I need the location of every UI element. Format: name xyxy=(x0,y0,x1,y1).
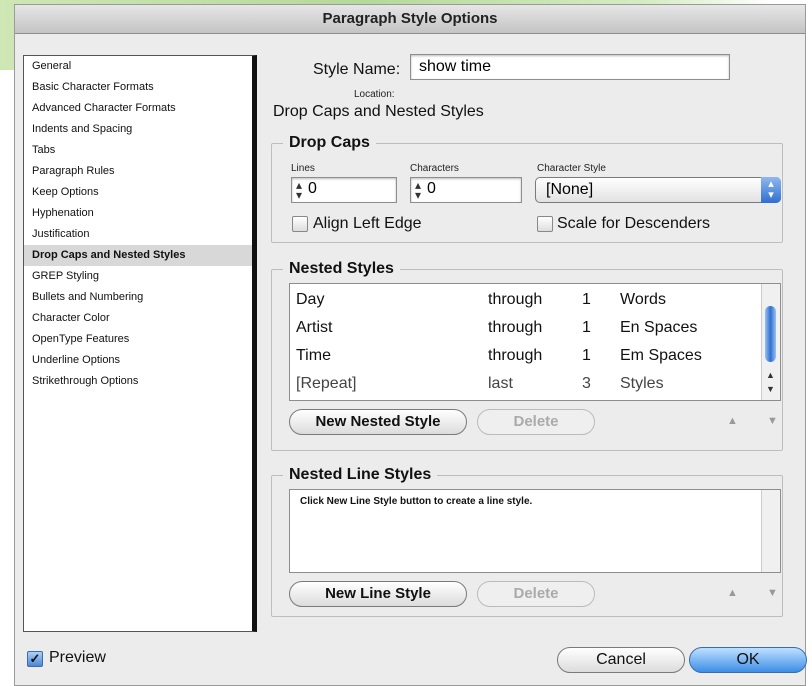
nested-styles-scrollbar[interactable]: ▲ ▼ xyxy=(761,284,780,400)
sidebar-item-advanced-character-formats[interactable]: Advanced Character Formats xyxy=(24,98,252,119)
sidebar-item-paragraph-rules[interactable]: Paragraph Rules xyxy=(24,161,252,182)
lines-value: 0 xyxy=(308,180,317,197)
row-style[interactable]: Day xyxy=(296,291,324,309)
ok-button[interactable]: OK xyxy=(689,647,807,673)
row-unit[interactable]: Styles xyxy=(620,375,664,393)
paragraph-style-options-dialog: Paragraph Style Options General Basic Ch… xyxy=(14,4,807,686)
category-sidebar: General Basic Character Formats Advanced… xyxy=(23,55,257,632)
row-mode[interactable]: last xyxy=(488,375,513,393)
drop-caps-legend: Drop Caps xyxy=(283,134,376,152)
scroll-down-icon[interactable]: ▼ xyxy=(766,384,775,394)
sidebar-item-hyphenation[interactable]: Hyphenation xyxy=(24,203,252,224)
sidebar-item-drop-caps-nested-styles[interactable]: Drop Caps and Nested Styles xyxy=(24,245,252,266)
sidebar-item-justification[interactable]: Justification xyxy=(24,224,252,245)
sidebar-item-tabs[interactable]: Tabs xyxy=(24,140,252,161)
scale-descenders-checkbox[interactable] xyxy=(537,216,553,232)
line-style-hint: Click New Line Style button to create a … xyxy=(300,496,533,507)
move-down-icon[interactable]: ▼ xyxy=(767,415,778,427)
sidebar-item-grep-styling[interactable]: GREP Styling xyxy=(24,266,252,287)
lines-stepper[interactable]: ▴ ▾ 0 xyxy=(291,177,397,203)
sidebar-item-strikethrough-options[interactable]: Strikethrough Options xyxy=(24,371,252,392)
row-mode[interactable]: through xyxy=(488,291,542,309)
nested-style-row[interactable]: Artist through 1 En Spaces xyxy=(290,314,762,342)
row-count[interactable]: 1 xyxy=(582,347,591,365)
row-count[interactable]: 1 xyxy=(582,319,591,337)
character-style-select[interactable]: [None] ▴ ▾ xyxy=(535,177,781,203)
characters-stepper[interactable]: ▴ ▾ 0 xyxy=(410,177,522,203)
sidebar-item-character-color[interactable]: Character Color xyxy=(24,308,252,329)
style-name-label: Style Name: xyxy=(313,61,401,78)
nested-line-styles-legend: Nested Line Styles xyxy=(283,466,438,484)
nested-styles-list[interactable]: Day through 1 Words Artist through 1 En … xyxy=(289,283,781,401)
character-style-value: [None] xyxy=(546,181,594,198)
row-style[interactable]: [Repeat] xyxy=(296,375,356,393)
scroll-thumb[interactable] xyxy=(765,306,776,362)
dialog-title: Paragraph Style Options xyxy=(15,5,805,34)
stepper-arrows-icon[interactable]: ▴ ▾ xyxy=(296,179,302,201)
align-left-edge-label: Align Left Edge xyxy=(313,215,422,232)
cancel-button[interactable]: Cancel xyxy=(557,647,685,673)
row-unit[interactable]: Words xyxy=(620,291,666,309)
nested-style-row[interactable]: Day through 1 Words xyxy=(290,286,762,314)
sidebar-item-basic-character-formats[interactable]: Basic Character Formats xyxy=(24,77,252,98)
new-nested-style-button[interactable]: New Nested Style xyxy=(289,409,467,435)
sidebar-item-underline-options[interactable]: Underline Options xyxy=(24,350,252,371)
row-count[interactable]: 3 xyxy=(582,375,591,393)
row-style[interactable]: Time xyxy=(296,347,331,365)
move-up-icon[interactable]: ▲ xyxy=(727,587,738,599)
section-title: Drop Caps and Nested Styles xyxy=(273,103,484,120)
nested-line-styles-list[interactable]: Click New Line Style button to create a … xyxy=(289,489,781,573)
row-unit[interactable]: Em Spaces xyxy=(620,347,702,365)
scroll-up-icon[interactable]: ▲ xyxy=(766,370,775,380)
select-arrows-icon: ▴ ▾ xyxy=(761,177,781,203)
delete-line-style-button[interactable]: Delete xyxy=(477,581,595,607)
characters-value: 0 xyxy=(427,180,436,197)
lines-label: Lines xyxy=(291,163,315,174)
stepper-arrows-icon[interactable]: ▴ ▾ xyxy=(415,179,421,201)
sidebar-item-general[interactable]: General xyxy=(24,56,252,77)
scale-descenders-label: Scale for Descenders xyxy=(557,215,710,232)
align-left-edge-checkbox[interactable] xyxy=(292,216,308,232)
nested-style-row[interactable]: [Repeat] last 3 Styles xyxy=(290,370,762,398)
delete-nested-style-button[interactable]: Delete xyxy=(477,409,595,435)
row-unit[interactable]: En Spaces xyxy=(620,319,697,337)
row-style[interactable]: Artist xyxy=(296,319,332,337)
move-up-icon[interactable]: ▲ xyxy=(727,415,738,427)
characters-label: Characters xyxy=(410,163,459,174)
sidebar-item-indents-and-spacing[interactable]: Indents and Spacing xyxy=(24,119,252,140)
sidebar-item-opentype-features[interactable]: OpenType Features xyxy=(24,329,252,350)
row-count[interactable]: 1 xyxy=(582,291,591,309)
sidebar-item-bullets-numbering[interactable]: Bullets and Numbering xyxy=(24,287,252,308)
location-label: Location: xyxy=(354,89,395,100)
sidebar-item-keep-options[interactable]: Keep Options xyxy=(24,182,252,203)
row-mode[interactable]: through xyxy=(488,347,542,365)
nested-line-styles-scrollbar[interactable] xyxy=(761,490,780,572)
preview-checkbox[interactable]: ✓ xyxy=(27,651,43,667)
style-name-input[interactable]: show time xyxy=(410,54,730,80)
character-style-label: Character Style xyxy=(537,163,606,174)
move-down-icon[interactable]: ▼ xyxy=(767,587,778,599)
new-line-style-button[interactable]: New Line Style xyxy=(289,581,467,607)
row-mode[interactable]: through xyxy=(488,319,542,337)
preview-label: Preview xyxy=(49,649,106,666)
nested-styles-legend: Nested Styles xyxy=(283,260,400,278)
nested-style-row[interactable]: Time through 1 Em Spaces xyxy=(290,342,762,370)
